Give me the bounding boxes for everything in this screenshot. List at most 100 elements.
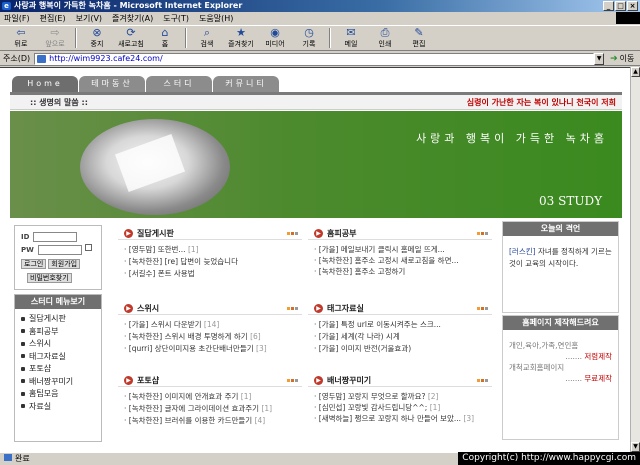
service-price-cheap[interactable]: 저렴제작 — [584, 352, 612, 361]
arrow-right-icon: ▶ — [124, 304, 133, 313]
post-item[interactable]: · [서길수] 폰트 사용법 — [124, 268, 300, 280]
post-item[interactable]: · [녹차한잔] 글자에 그라이데이션 효과주기 [1] — [124, 403, 300, 415]
vertical-scrollbar[interactable]: ▲ ▼ — [630, 67, 640, 452]
post-title: [녹차한잔] 홈주소 고정시 새로고침을 하면... — [318, 256, 459, 265]
post-title: [녹차한잔] 홈주소 고정하기 — [318, 267, 406, 276]
post-item[interactable]: · [녹차한잔] 홈주소 고정하기 — [314, 266, 490, 277]
post-item[interactable]: · [녹차한잔] 스위시 배경 투명하게 하기 [6] — [124, 331, 300, 343]
go-button[interactable]: ➔ 이동 — [610, 53, 634, 64]
post-item[interactable]: · [가을] 이미지 반전(거울효과) — [314, 343, 490, 355]
more-icon[interactable] — [477, 232, 488, 235]
edit-button[interactable]: ✎ 편집 — [402, 26, 436, 50]
save-id-checkbox[interactable] — [85, 244, 92, 251]
menu-file[interactable]: 파일(F) — [4, 13, 30, 24]
banner-section-title: 03 STUDY — [539, 194, 602, 208]
join-button[interactable]: 회원가입 — [48, 259, 81, 269]
study-menu-item[interactable]: 태그자료실 — [21, 351, 101, 364]
arrow-right-icon: ▶ — [314, 304, 323, 313]
scroll-down-button[interactable]: ▼ — [631, 442, 640, 452]
toolbar-label: 새로고침 — [118, 40, 144, 48]
id-input[interactable] — [33, 232, 78, 242]
print-button[interactable]: ⎙ 인쇄 — [368, 26, 402, 50]
study-menu-item[interactable]: 질답게시판 — [21, 313, 101, 326]
study-menu-item[interactable]: 배너짱꾸미기 — [21, 376, 101, 389]
study-menu-item[interactable]: 홈피공부 — [21, 326, 101, 339]
post-item[interactable]: · [가을] 메일보내기 클릭시 홈메일 뜨게... — [314, 244, 490, 255]
favorites-icon: ★ — [236, 26, 246, 39]
toolbar-label: 기록 — [302, 40, 316, 48]
study-menu-item[interactable]: 홈팁모음 — [21, 388, 101, 401]
post-item[interactable]: · [녹차한잔] 홈주소 고정시 새로고침을 하면... — [314, 255, 490, 266]
post-item[interactable]: · [심민섭] 꼬랑빛 감사드립니당^^; [1] — [314, 402, 490, 413]
login-button[interactable]: 로그인 — [21, 259, 47, 269]
close-button[interactable]: × — [627, 1, 638, 11]
post-item[interactable]: · [녹차한잔] [re] 답변이 늦었습니다 — [124, 256, 300, 268]
toolbar-label: 즐겨찾기 — [228, 40, 254, 48]
history-button[interactable]: ◷ 기록 — [292, 26, 326, 50]
service-dots-2: ....... — [565, 374, 585, 383]
maximize-button[interactable]: □ — [615, 1, 626, 11]
tab-study[interactable]: 스터디 — [146, 76, 212, 92]
tab-home[interactable]: Home — [12, 76, 78, 92]
board-title[interactable]: 질답게시판 — [137, 228, 174, 239]
more-icon[interactable] — [287, 232, 298, 235]
study-menu-item[interactable]: 포토샵 — [21, 363, 101, 376]
post-item[interactable]: · [녹차한잔] 이미지에 안개효과 주기 [1] — [124, 391, 300, 403]
post-item[interactable]: · [가을] 스위시 다운받기 [14] — [124, 319, 300, 331]
favorites-button[interactable]: ★ 즐겨찾기 — [224, 26, 258, 50]
find-password-button[interactable]: 비밀번호찾기 — [27, 273, 72, 283]
swish-board: ▶ 스위시 · [가을] 스위시 다운받기 [14] · [녹차한잔] 스위시 배경 … — [118, 301, 302, 371]
forward-arrow-button[interactable]: ⇨ 앞으로 — [38, 26, 72, 50]
search-button[interactable]: ⌕ 검색 — [190, 26, 224, 50]
toolbar-label: 홈 — [161, 40, 169, 48]
menu-view[interactable]: 보기(V) — [76, 13, 102, 24]
post-item[interactable]: · [새벽하늘] 쩡으로 꼬랑지 하나 만들어 보았... [3] — [314, 413, 490, 424]
board-title[interactable]: 배너짱꾸미기 — [327, 375, 371, 386]
post-item[interactable]: · [영두맘] 또한번... [1] — [124, 244, 300, 256]
study-menu-label: 배너짱꾸미기 — [29, 376, 74, 386]
post-item[interactable]: · [녹차한잔] 브러쉬를 이용한 카드만들기 [4] — [124, 415, 300, 427]
scroll-up-button[interactable]: ▲ — [631, 67, 640, 77]
address-input[interactable]: http://wim9923.cafe24.com/ — [34, 52, 595, 65]
more-icon[interactable] — [287, 307, 298, 310]
menu-favorites[interactable]: 즐겨찾기(A) — [112, 13, 153, 24]
minimize-button[interactable]: _ — [603, 1, 614, 11]
study-menu-item[interactable]: 스위시 — [21, 338, 101, 351]
board-title[interactable]: 스위시 — [137, 303, 159, 314]
id-label: ID — [21, 233, 30, 241]
back-arrow-button[interactable]: ⇦ 뒤로 — [4, 26, 38, 50]
home-button[interactable]: ⌂ 홈 — [148, 26, 182, 50]
service-line-personal[interactable]: 개인,육아,가족,연인홈 — [509, 340, 612, 351]
banner-slogan: 사랑과 행복이 가득한 녹차홈 — [416, 132, 608, 145]
board-title[interactable]: 홈피공부 — [327, 228, 356, 239]
menu-help[interactable]: 도움말(H) — [199, 13, 233, 24]
more-icon[interactable] — [477, 379, 488, 382]
address-dropdown-button[interactable]: ▼ — [594, 52, 605, 65]
board-title[interactable]: 포토샵 — [137, 375, 159, 386]
pw-input[interactable] — [37, 245, 82, 255]
site-tabs: Home 테마동산 스터디 커뮤니티 — [12, 76, 280, 92]
comment-count: [4] — [254, 416, 266, 425]
mail-button[interactable]: ✉ 메일 — [334, 26, 368, 50]
status-text: 완료 — [15, 454, 30, 463]
service-price-free[interactable]: 무료제작 — [584, 374, 612, 383]
post-item[interactable]: · [가을] 세계(각 나라) 시계 — [314, 331, 490, 343]
today-quote-title: 오늘의 격언 — [503, 222, 618, 236]
study-menu-label: 질답게시판 — [29, 314, 66, 323]
post-item[interactable]: · [가을] 특정 url로 이동시켜주는 스크... — [314, 319, 490, 331]
stop-button[interactable]: ⊗ 중지 — [80, 26, 114, 50]
post-item[interactable]: · [qurri] 상단이미지용 초간단배너만들기 [3] — [124, 343, 300, 355]
study-menu-item[interactable]: 자료실 — [21, 401, 101, 414]
tab-theme[interactable]: 테마동산 — [79, 76, 145, 92]
post-item[interactable]: · [영두맘] 꼬랑지 무엇으로 할까요? [2] — [314, 391, 490, 402]
post-title: [영두맘] 또한번... — [128, 245, 186, 254]
refresh-button[interactable]: ⟳ 새로고침 — [114, 26, 148, 50]
media-button[interactable]: ◉ 미디어 — [258, 26, 292, 50]
service-line-church[interactable]: 개척교회홈페이지 — [509, 362, 612, 373]
more-icon[interactable] — [477, 307, 488, 310]
more-icon[interactable] — [287, 379, 298, 382]
menu-tools[interactable]: 도구(T) — [163, 13, 189, 24]
menu-edit[interactable]: 편집(E) — [40, 13, 66, 24]
board-title[interactable]: 태그자료실 — [327, 303, 364, 314]
tab-community[interactable]: 커뮤니티 — [213, 76, 279, 92]
